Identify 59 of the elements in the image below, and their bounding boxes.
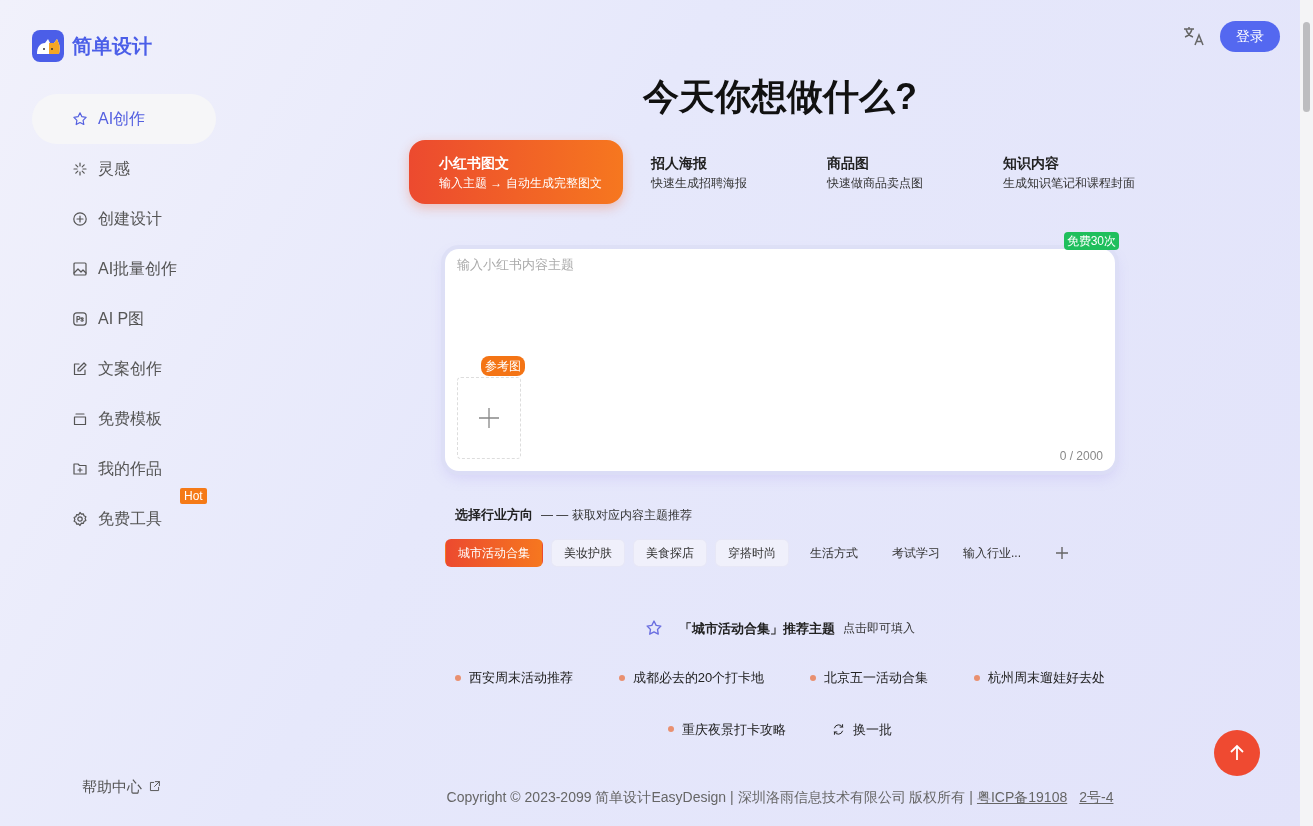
copyright-text: Copyright © 2023-2099 简单设计EasyDesign | 深圳洛雨信息技术有限公司 版权所有 |	[446, 788, 973, 807]
back-to-top-button[interactable]	[1214, 730, 1260, 776]
image-icon	[72, 261, 88, 277]
folder-plus-icon	[72, 461, 88, 477]
refresh-button[interactable]: 换一批	[832, 719, 892, 739]
brand-name: 简单设计	[72, 34, 152, 59]
nav-item[interactable]: 免费工具	[32, 494, 166, 544]
refresh-icon	[832, 722, 845, 736]
plus-circle-icon	[72, 211, 88, 227]
free-badge: 免费30次	[1063, 232, 1119, 250]
mode-tab[interactable]: 商品图 快速做商品卖点图	[815, 140, 975, 204]
topic-link[interactable]: 西安周末活动推荐	[454, 668, 573, 688]
up-arrow-icon	[1228, 744, 1246, 762]
industry-chip[interactable]: 穿搭时尚	[715, 538, 789, 567]
section-hint: 点击即可填入	[843, 620, 915, 638]
star-icon	[72, 111, 88, 127]
scrollbar-thumb[interactable]	[1303, 22, 1310, 112]
sparkle-icon	[72, 161, 88, 177]
industry-chip[interactable]: 美食探店	[633, 538, 707, 567]
section-hint: — — 获取对应内容主题推荐	[541, 506, 692, 524]
login-button[interactable]: 登录	[1220, 20, 1280, 52]
nav-item[interactable]: 创建设计	[32, 194, 166, 244]
industry-chip[interactable]: 生活方式	[797, 538, 871, 567]
star-icon	[645, 619, 663, 638]
icp-link[interactable]: 2号-4	[1079, 787, 1114, 808]
nav-item[interactable]: AI创作	[32, 94, 216, 144]
help-link[interactable]: 帮助中心	[82, 775, 260, 798]
mode-tab[interactable]: 招人海报 快速生成招聘海报	[639, 140, 799, 204]
icp-link[interactable]: 粤ICP备19108	[976, 787, 1068, 808]
plus-icon	[1055, 545, 1069, 560]
translate-icon[interactable]	[1182, 24, 1206, 48]
nav-item[interactable]: 文案创作	[32, 344, 166, 394]
tray-icon	[72, 411, 88, 427]
section-title: 选择行业方向	[455, 506, 533, 524]
nav-item[interactable]: 灵感	[32, 144, 134, 194]
char-counter: 0 / 2000	[1059, 448, 1103, 465]
scrollbar[interactable]	[1300, 0, 1313, 826]
industry-chip[interactable]: 考试学习	[879, 538, 953, 567]
page-heading: 今天你想做什么?	[643, 75, 917, 119]
logo-icon	[32, 30, 64, 62]
mode-tab[interactable]: 知识内容 生成知识笔记和课程封面	[991, 140, 1151, 204]
topic-link[interactable]: 杭州周末遛娃好去处	[974, 668, 1106, 688]
nav-item[interactable]: 我的作品	[32, 444, 166, 494]
edit-icon	[72, 361, 88, 377]
ps-icon	[72, 311, 88, 327]
nav-item[interactable]: 免费模板	[32, 394, 166, 444]
industry-chip[interactable]: 美妆护肤	[551, 538, 625, 567]
industry-input[interactable]: 输入行业...	[961, 542, 1043, 563]
reference-badge: 参考图	[481, 356, 525, 376]
external-link-icon	[148, 780, 161, 794]
hot-badge: Hot	[180, 488, 207, 504]
topic-link[interactable]: 成都必去的20个打卡地	[618, 668, 765, 688]
nav-item[interactable]: AI批量创作	[32, 244, 182, 294]
topic-link[interactable]: 北京五一活动合集	[810, 668, 929, 688]
gear-icon	[72, 511, 88, 527]
section-title: 「城市活动合集」推荐主题	[679, 619, 835, 638]
nav-item[interactable]: AI P图	[32, 294, 149, 344]
plus-icon	[478, 407, 500, 429]
topic-link[interactable]: 重庆夜景打卡攻略	[668, 719, 786, 739]
